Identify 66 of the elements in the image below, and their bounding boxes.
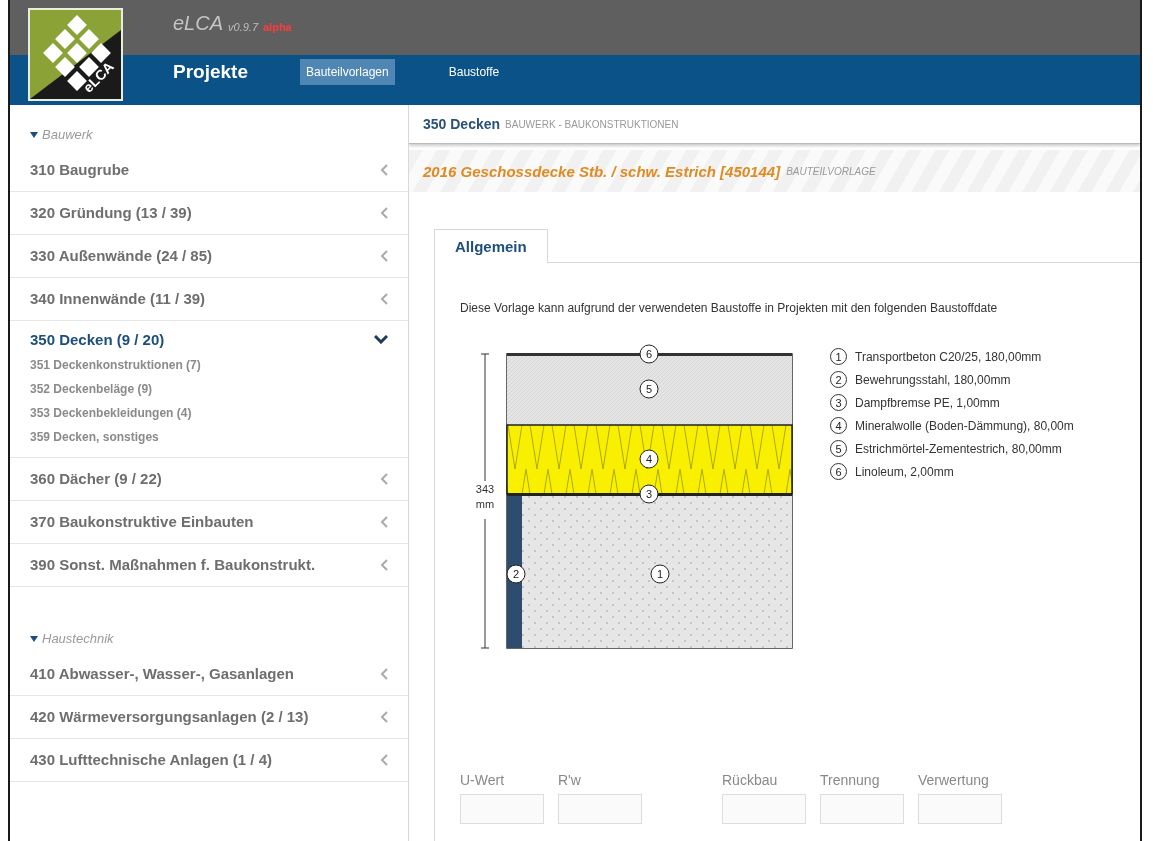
legend-text: Linoleum, 2,00mm bbox=[855, 464, 954, 479]
legend-text: Transportbeton C20/25, 180,00mm bbox=[855, 349, 1042, 364]
legend-text: Mineralwolle (Boden-Dämmung), 80,00m bbox=[855, 418, 1074, 433]
chevron-left-icon[interactable] bbox=[380, 206, 388, 219]
layer-number-marker: 5 bbox=[639, 379, 659, 399]
group-title: Bauwerk bbox=[42, 127, 93, 142]
caret-down-icon[interactable] bbox=[30, 635, 38, 642]
category-item[interactable]: 430 Lufttechnische Anlagen (1 / 4) bbox=[30, 751, 272, 768]
category-item[interactable]: 370 Baukonstruktive Einbauten bbox=[30, 513, 254, 530]
layer-number-marker: 4 bbox=[639, 449, 659, 469]
section-path: BAUWERK - BAUKONSTRUKTIONEN bbox=[505, 118, 679, 130]
chevron-left-icon[interactable] bbox=[380, 515, 388, 528]
layer-number-marker: 3 bbox=[639, 484, 659, 504]
input-field[interactable] bbox=[918, 794, 1002, 824]
category-item[interactable]: 410 Abwasser-, Wasser-, Gasanlagen bbox=[30, 665, 294, 682]
chevron-left-icon[interactable] bbox=[380, 558, 388, 571]
release-stage: alpha bbox=[263, 20, 292, 33]
subcategory-item[interactable]: 352 Deckenbeläge (9) bbox=[30, 382, 388, 396]
caret-down-icon[interactable] bbox=[30, 131, 38, 138]
legend-text: Dampfbremse PE, 1,00mm bbox=[855, 395, 1000, 410]
element-title: 2016 Geschossdecke Stb. / schw. Estrich [450144] bbox=[423, 162, 781, 180]
layer-number-marker: 1 bbox=[650, 564, 670, 584]
chevron-left-icon[interactable] bbox=[380, 249, 388, 262]
section-title: 350 Decken bbox=[423, 116, 501, 132]
input-field[interactable] bbox=[460, 794, 544, 824]
category-item[interactable]: 320 Gründung (13 / 39) bbox=[30, 204, 192, 221]
field-label: U-Wert bbox=[460, 772, 506, 788]
category-item[interactable]: 360 Dächer (9 / 22) bbox=[30, 470, 162, 487]
nav-tab[interactable]: Bauteilvorlagen bbox=[300, 59, 395, 85]
nav-tab[interactable]: Baustoffe bbox=[442, 59, 506, 85]
subcategory-item[interactable]: 351 Deckenkonstruktionen (7) bbox=[30, 358, 388, 372]
nav-title[interactable]: Projekte bbox=[173, 61, 248, 83]
notice-text: Diese Vorlage kann aufgrund der verwendeten Baustoffe in Projekten mit den folgenden Baustoffdate bbox=[460, 301, 999, 315]
layer-number-marker: 6 bbox=[639, 344, 659, 364]
category-item[interactable]: 310 Baugrube bbox=[30, 161, 130, 178]
field-label: R'w bbox=[558, 772, 582, 788]
subcategory-item[interactable]: 359 Decken, sonstiges bbox=[30, 430, 388, 444]
field-label: Verwertung bbox=[918, 772, 990, 788]
layer-number-marker: 2 bbox=[506, 564, 526, 584]
subcategory-item[interactable]: 353 Deckenbekleidungen (4) bbox=[30, 406, 388, 420]
legend-text: Estrichmörtel-Zementestrich, 80,00mm bbox=[855, 441, 1062, 456]
category-item[interactable]: 330 Außenwände (24 / 85) bbox=[30, 247, 212, 264]
input-field[interactable] bbox=[558, 794, 642, 824]
chevron-left-icon[interactable] bbox=[380, 753, 388, 766]
height-unit: mm bbox=[475, 498, 495, 510]
chevron-down-icon[interactable] bbox=[374, 335, 388, 344]
input-field[interactable] bbox=[820, 794, 904, 824]
chevron-left-icon[interactable] bbox=[380, 472, 388, 485]
legend-text: Bewehrungsstahl, 180,00mm bbox=[855, 372, 1011, 387]
height-value: 343 bbox=[475, 483, 495, 495]
category-item[interactable]: 420 Wärmeversorgungsanlagen (2 / 13) bbox=[30, 708, 309, 725]
app-name: eLCA bbox=[173, 12, 224, 35]
chevron-left-icon[interactable] bbox=[380, 163, 388, 176]
element-type: BAUTEILVORLAGE bbox=[786, 165, 876, 177]
tab[interactable]: Allgemein bbox=[434, 229, 548, 263]
group-title: Haustechnik bbox=[42, 631, 114, 646]
category-item[interactable]: 340 Innenwände (11 / 39) bbox=[30, 290, 206, 307]
field-label: Rückbau bbox=[722, 772, 779, 788]
category-item[interactable]: 390 Sonst. Maßnahmen f. Baukonstrukt. bbox=[30, 556, 316, 573]
chevron-left-icon[interactable] bbox=[380, 292, 388, 305]
field-label: Trennung bbox=[820, 772, 881, 788]
chevron-left-icon[interactable] bbox=[380, 667, 388, 680]
input-field[interactable] bbox=[722, 794, 806, 824]
chevron-left-icon[interactable] bbox=[380, 710, 388, 723]
app-version: v0.9.7 bbox=[228, 20, 258, 33]
category-item[interactable]: 350 Decken (9 / 20) bbox=[30, 331, 165, 348]
